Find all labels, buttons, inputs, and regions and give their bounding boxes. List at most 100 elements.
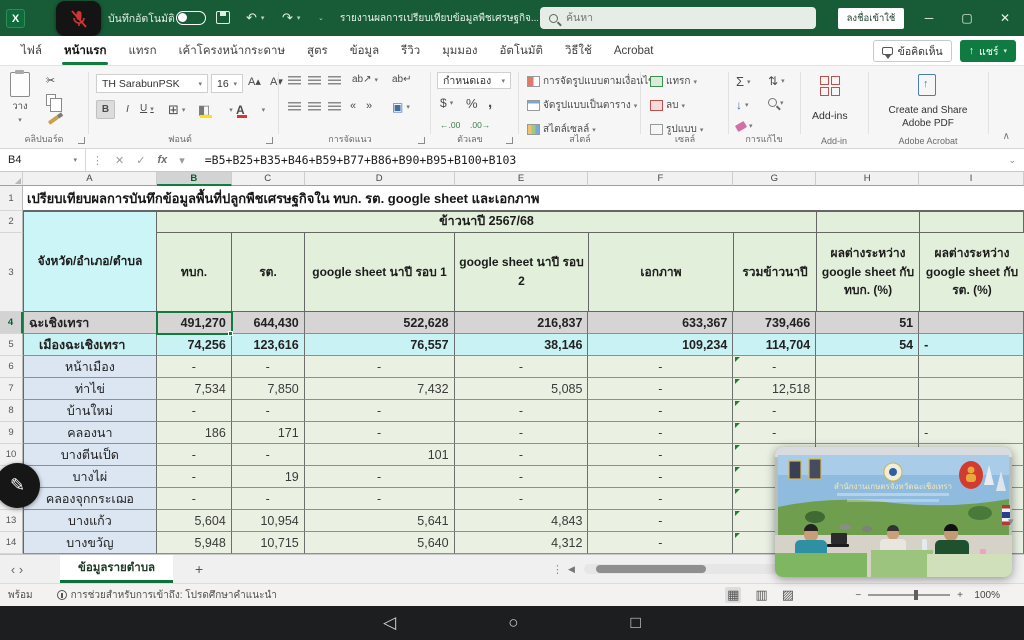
row-header[interactable]: 4 [0,312,23,334]
ribbon-tab[interactable]: อัตโนมัติ [488,36,553,65]
merge-center-button[interactable]: ▣▾ [392,100,410,114]
clear-button[interactable]: ▾ [736,122,753,130]
android-back-icon[interactable]: ◁ [383,613,396,633]
rt-cell[interactable]: 171 [232,422,305,444]
row-header-2[interactable]: 2 [0,211,23,233]
autosave-toggle[interactable] [176,11,206,25]
search-box[interactable] [540,7,816,29]
header-tbk-cell[interactable]: ทบก. [157,233,232,312]
tbk-cell[interactable]: - [157,356,232,378]
ribbon-tab[interactable]: ไฟล์ [10,36,53,65]
ribbon-tab[interactable]: แทรก [117,36,167,65]
android-home-icon[interactable]: ○ [508,613,518,633]
paste-button[interactable]: วาง ▾ [10,72,30,124]
zoom-level[interactable]: 100% [970,590,1000,601]
gs2-cell[interactable]: - [455,488,589,510]
gs2-cell[interactable]: 5,085 [455,378,589,400]
zoom-in-icon[interactable]: + [957,590,963,601]
ekkapap-cell[interactable]: - [588,510,733,532]
android-recents-icon[interactable]: □ [631,613,641,633]
insert-function-icon[interactable]: fx [151,154,173,166]
find-select-button[interactable]: ▾ [768,98,784,107]
grow-font-button[interactable]: A▴ [248,75,261,88]
wrap-text-button[interactable]: ab↵ [392,74,412,85]
ribbon-tab[interactable]: หน้าแรก [53,36,117,65]
ribbon-tab[interactable]: วิธีใช้ [554,36,603,65]
column-header[interactable]: F [588,172,733,186]
comments-button[interactable]: ข้อคิดเห็น [873,40,952,62]
font-color-button[interactable]: A▾ [236,102,265,118]
shrink-font-button[interactable]: A▾ [270,75,283,88]
tbk-cell[interactable]: 5,604 [157,510,232,532]
area-name-cell[interactable]: บางขวัญ [23,532,157,554]
conditional-formatting-button[interactable]: การจัดรูปแบบตามเงื่อนไข▾ [527,74,661,89]
normal-view-icon[interactable]: ▦ [725,587,741,603]
formula-options-icon[interactable]: ⋮ [86,154,109,167]
diff-rt-cell[interactable] [919,356,1024,378]
close-button[interactable]: ✕ [988,0,1022,36]
increase-indent-button[interactable]: » [366,100,372,112]
align-center-button[interactable] [308,102,321,111]
area-name-cell[interactable]: บ้านใหม่ [23,400,157,422]
gs1-cell[interactable]: - [305,466,455,488]
rt-cell[interactable]: - [232,400,305,422]
tbk-cell[interactable]: 7,534 [157,378,232,400]
tbk-cell[interactable]: 491,270 [157,312,232,334]
diff-tbk-cell[interactable] [816,378,919,400]
column-header[interactable]: D [305,172,455,186]
comma-style-button[interactable]: , [488,94,492,111]
ribbon-tab[interactable]: รีวิว [390,36,431,65]
underline-button[interactable]: U▾ [140,103,154,114]
sort-filter-button[interactable]: ⇅▾ [768,74,785,88]
tbk-cell[interactable]: 74,256 [157,334,232,356]
fill-handle[interactable] [228,331,233,336]
gs1-cell[interactable]: - [305,488,455,510]
copy-button[interactable]: ▾ [46,94,63,106]
total-cell[interactable]: - [733,400,816,422]
tbk-cell[interactable]: - [157,488,232,510]
diff-rt-cell[interactable] [919,400,1024,422]
fill-color-button[interactable]: ◧▾ [198,102,233,118]
gs1-cell[interactable]: - [305,356,455,378]
zoom-out-icon[interactable]: − [855,590,861,601]
select-all-corner[interactable]: ◢ [0,172,23,186]
rt-cell[interactable]: 123,616 [232,334,305,356]
tbk-cell[interactable]: 5,948 [157,532,232,554]
total-cell[interactable]: - [733,356,816,378]
area-name-cell[interactable]: บางไผ่ [23,466,157,488]
gs1-cell[interactable]: 5,641 [305,510,455,532]
font-size-select[interactable]: 16▾ [211,74,243,93]
gs1-cell[interactable]: 522,628 [305,312,455,334]
area-name-cell[interactable]: คลองจุกกระเฌอ [23,488,157,510]
gs2-cell[interactable]: - [455,356,589,378]
rt-cell[interactable]: - [232,444,305,466]
format-as-table-button[interactable]: จัดรูปแบบเป็นตาราง▾ [527,98,637,113]
increase-decimal-button[interactable]: ←.00 [440,120,460,130]
horizontal-scrollbar[interactable] [584,564,780,574]
ekkapap-cell[interactable]: - [588,422,733,444]
diff-rt-cell[interactable] [919,378,1024,400]
gs1-cell[interactable]: 76,557 [305,334,455,356]
autosum-button[interactable]: Σ▾ [736,74,751,89]
area-name-cell[interactable]: ท่าไข่ [23,378,157,400]
area-name-cell[interactable]: เมืองฉะเชิงเทรา [23,334,157,356]
align-middle-button[interactable] [308,76,321,85]
gs1-cell[interactable]: - [305,400,455,422]
expand-formula-bar-icon[interactable]: ⌄ [1008,155,1016,166]
diff-rt-cell[interactable]: - [919,334,1024,356]
ekkapap-cell[interactable]: - [588,378,733,400]
ekkapap-cell[interactable]: - [588,400,733,422]
row-header[interactable]: 9 [0,422,23,444]
row-header[interactable]: 14 [0,532,23,554]
ekkapap-cell[interactable]: - [588,488,733,510]
rt-cell[interactable]: - [232,356,305,378]
collapse-ribbon-icon[interactable]: ∧ [1003,131,1010,142]
align-right-button[interactable] [328,102,341,111]
gs2-cell[interactable]: 4,312 [455,532,589,554]
row-header-1[interactable]: 1 [0,186,23,211]
diff-tbk-cell[interactable] [816,356,919,378]
sheet-tab[interactable]: ข้อมูลรายตำบล [60,555,173,583]
italic-button[interactable]: I [118,100,137,119]
enter-icon[interactable]: ✓ [130,154,151,167]
row-header[interactable]: 5 [0,334,23,356]
